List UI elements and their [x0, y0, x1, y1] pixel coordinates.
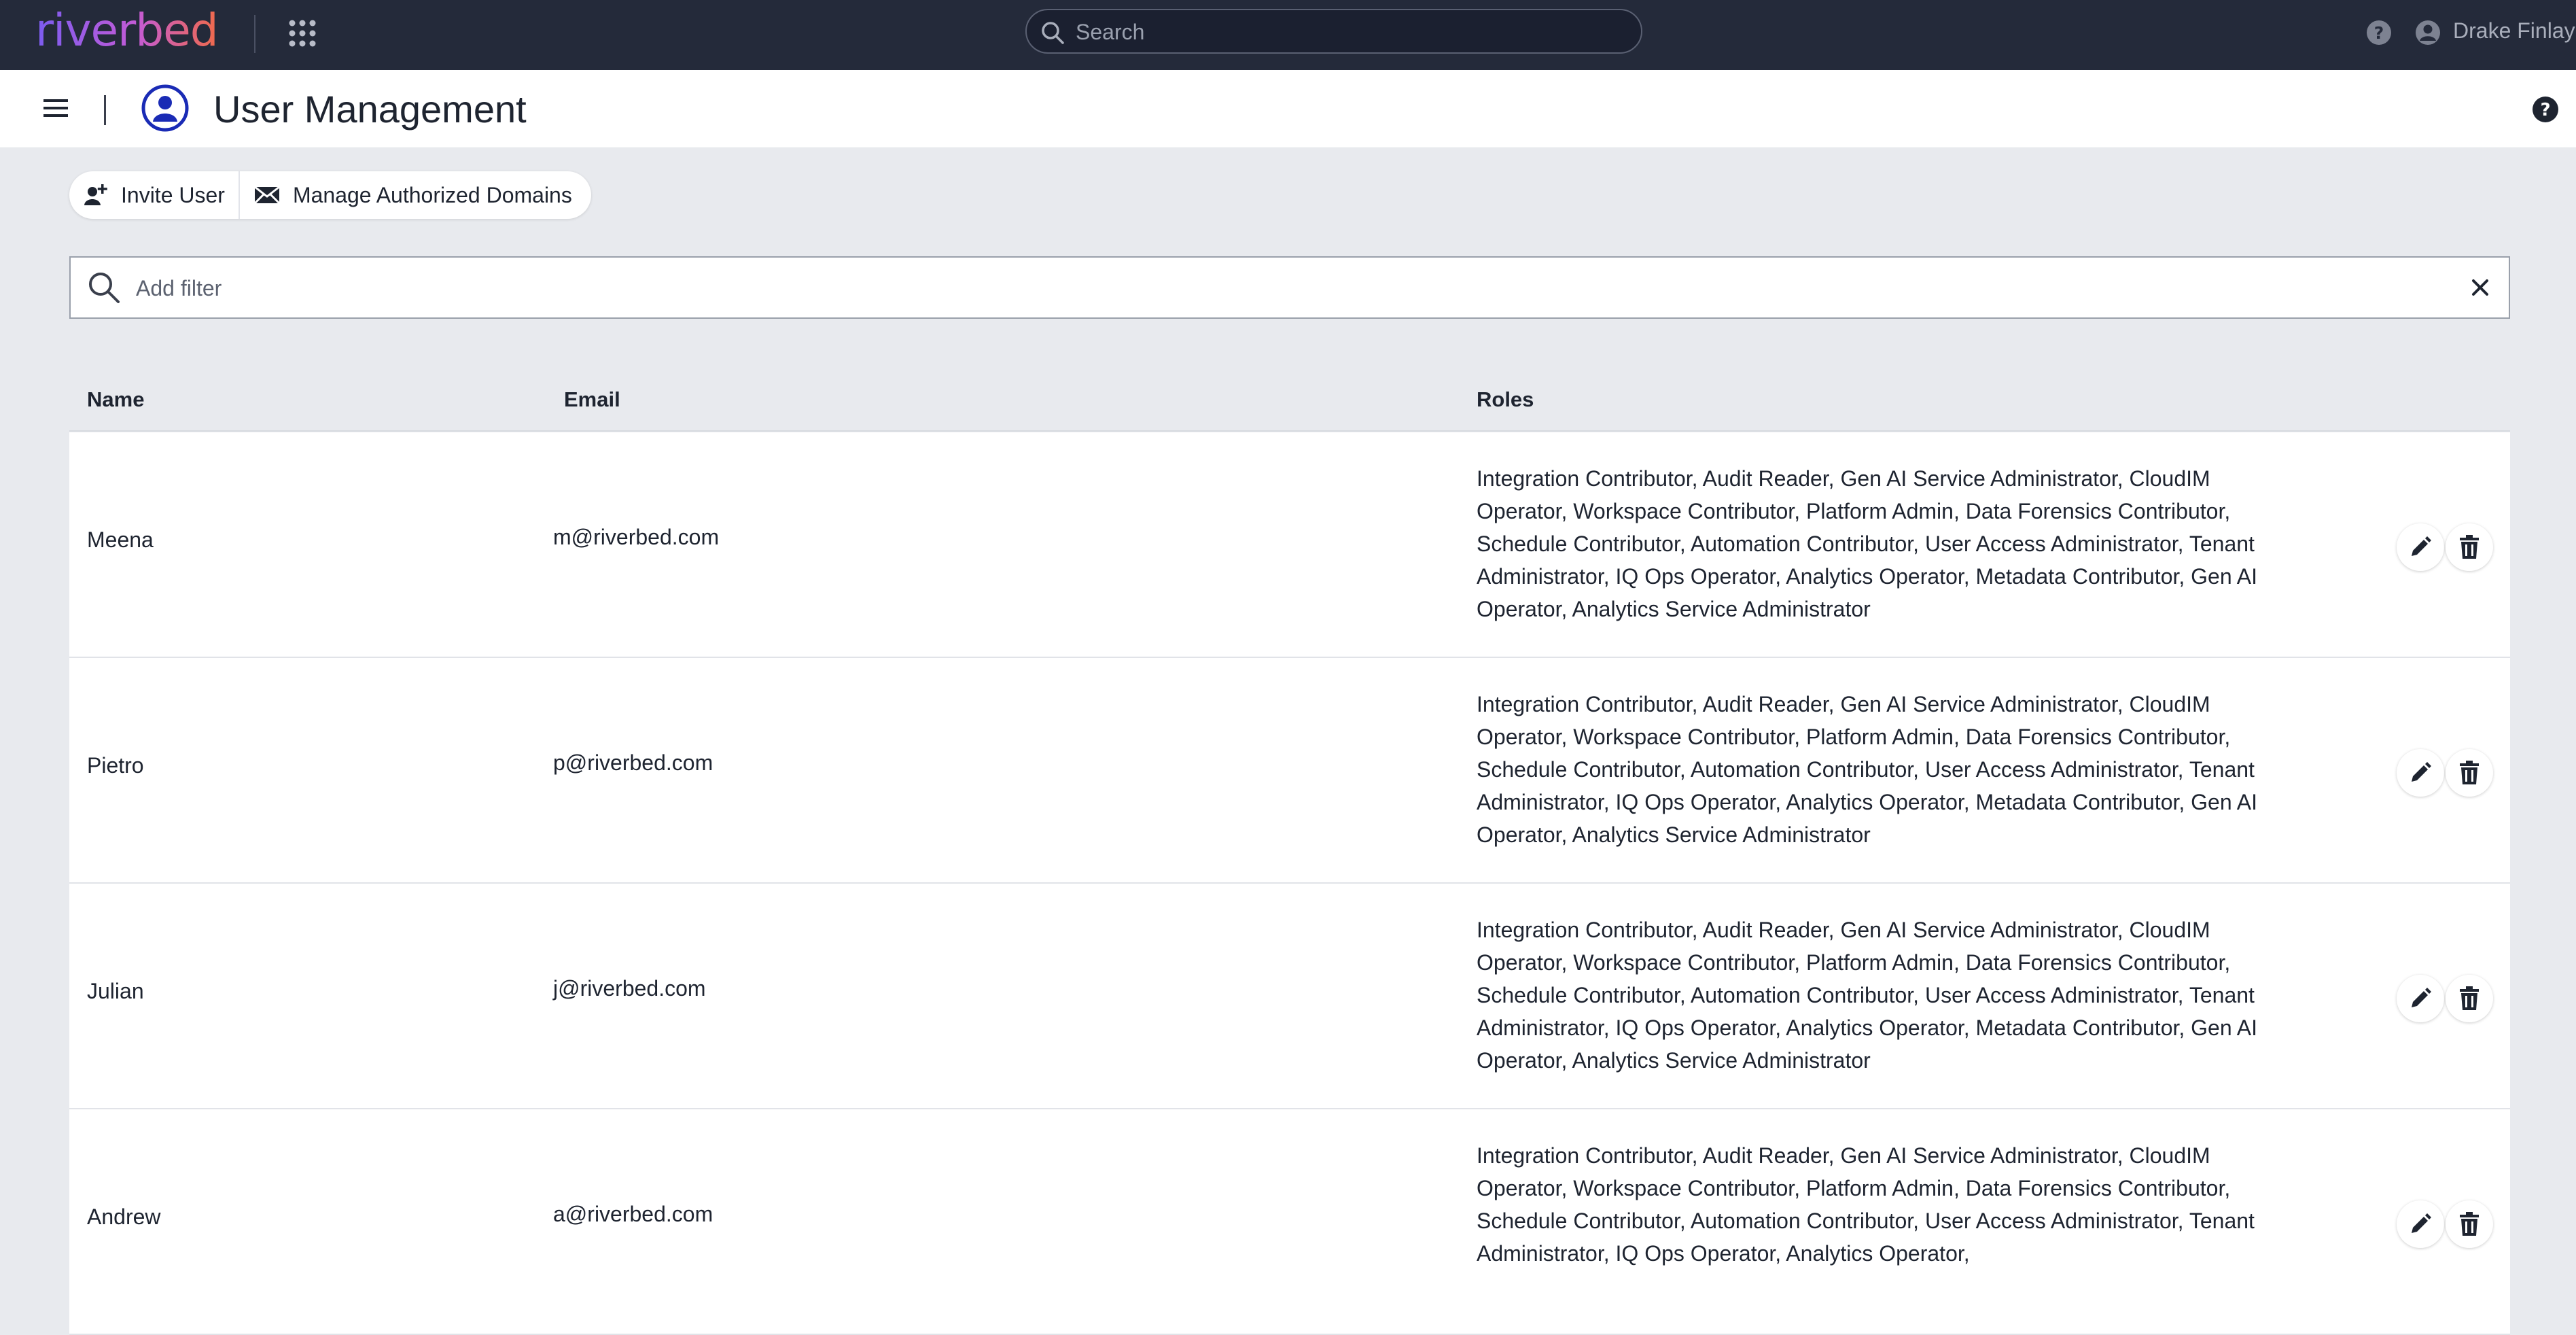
column-header-roles[interactable]: Roles — [1477, 387, 1534, 412]
header-divider — [104, 95, 106, 125]
manage-domains-label: Manage Authorized Domains — [292, 182, 572, 207]
apps-grid-icon[interactable] — [288, 19, 317, 48]
svg-text:?: ? — [2540, 100, 2550, 120]
user-name[interactable]: Drake Finlay — [2453, 18, 2575, 44]
user-roles-cell: Integration Contributor, Audit Reader, G… — [1477, 466, 2257, 621]
delete-icon — [2460, 761, 2479, 784]
edit-icon — [2412, 1213, 2431, 1233]
edit-icon — [2412, 536, 2431, 556]
user-name-cell: Pietro — [87, 753, 144, 778]
column-header-email[interactable]: Email — [564, 387, 620, 412]
delete-button[interactable] — [2446, 749, 2493, 797]
toolbar: Invite User Manage Authorized Domains — [69, 171, 591, 219]
users-table: Meena m@riverbed.com Integration Contrib… — [69, 432, 2510, 1335]
table-header: Name Email Roles — [69, 381, 2510, 432]
global-search-input[interactable] — [1074, 16, 1621, 48]
user-name-cell: Andrew — [87, 1204, 161, 1229]
clear-icon[interactable] — [2469, 277, 2491, 298]
table-row: Andrew a@riverbed.com Integration Contri… — [69, 1109, 2510, 1335]
user-email-cell: p@riverbed.com — [553, 750, 713, 775]
invite-user-icon — [84, 184, 107, 205]
filter-bar — [69, 256, 2510, 319]
row-actions — [2397, 1200, 2494, 1248]
row-actions — [2397, 975, 2494, 1022]
filter-input[interactable] — [135, 271, 2414, 305]
user-email-cell: a@riverbed.com — [553, 1202, 713, 1226]
edit-button[interactable] — [2397, 749, 2444, 797]
user-email-cell: j@riverbed.com — [553, 976, 706, 1001]
delete-icon — [2460, 986, 2479, 1010]
help-icon[interactable]: ? — [2365, 19, 2393, 46]
delete-icon — [2460, 535, 2479, 559]
user-roles-cell: Integration Contributor, Audit Reader, G… — [1477, 692, 2257, 847]
row-actions — [2397, 523, 2494, 571]
riverbed-logo[interactable]: riverbed — [35, 4, 219, 56]
delete-button[interactable] — [2446, 1200, 2493, 1248]
user-roles-cell: Integration Contributor, Audit Reader, G… — [1477, 918, 2257, 1073]
edit-button[interactable] — [2397, 523, 2444, 571]
user-email-cell: m@riverbed.com — [553, 525, 720, 549]
manage-domains-button[interactable]: Manage Authorized Domains — [240, 171, 586, 219]
row-actions — [2397, 749, 2494, 797]
edit-icon — [2412, 988, 2431, 1007]
menu-icon[interactable] — [42, 96, 69, 120]
user-management-icon — [141, 84, 189, 132]
delete-button[interactable] — [2446, 523, 2493, 571]
user-roles-cell: Integration Contributor, Audit Reader, G… — [1477, 1143, 2255, 1266]
table-row: Julian j@riverbed.com Integration Contri… — [69, 884, 2510, 1109]
page-header: User Management ? — [0, 70, 2576, 148]
delete-icon — [2460, 1212, 2479, 1236]
svg-text:?: ? — [2374, 23, 2384, 43]
delete-button[interactable] — [2446, 975, 2493, 1022]
edit-button[interactable] — [2397, 1200, 2444, 1248]
user-name-cell: Julian — [87, 979, 144, 1003]
table-row: Meena m@riverbed.com Integration Contrib… — [69, 432, 2510, 658]
invite-user-button[interactable]: Invite User — [69, 171, 239, 219]
edit-button[interactable] — [2397, 975, 2444, 1022]
search-icon — [1042, 22, 1064, 44]
invite-user-label: Invite User — [121, 182, 225, 207]
mail-icon — [253, 186, 280, 205]
table-row: Pietro p@riverbed.com Integration Contri… — [69, 658, 2510, 884]
page-title: User Management — [213, 88, 527, 131]
user-icon[interactable] — [2414, 19, 2441, 46]
edit-icon — [2412, 762, 2431, 782]
global-search[interactable] — [1025, 9, 1642, 54]
column-header-name[interactable]: Name — [87, 387, 144, 412]
topbar-divider — [254, 15, 255, 53]
user-name-cell: Meena — [87, 527, 154, 552]
top-bar: riverbed ? Drake Finlay — [0, 0, 2576, 70]
search-icon — [89, 273, 120, 303]
help-icon[interactable]: ? — [2531, 95, 2560, 124]
